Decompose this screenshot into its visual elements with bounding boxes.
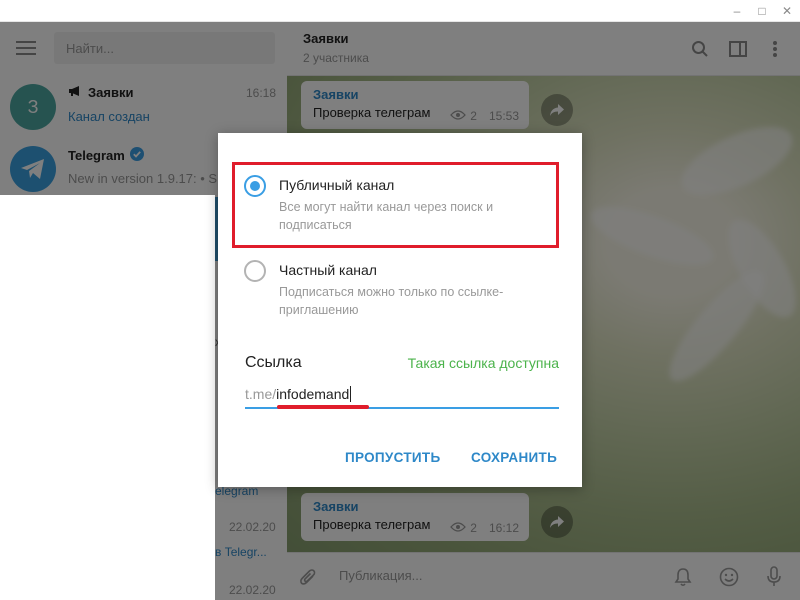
avatar: З — [10, 84, 56, 130]
public-channel-title: Публичный канал — [279, 177, 395, 193]
list-item-fragment: в Telegr... — [215, 545, 267, 559]
message-bubble[interactable]: Заявки Проверка телеграм 2 16:12 — [301, 493, 529, 541]
share-icon[interactable] — [541, 506, 573, 538]
private-channel-title: Частный канал — [279, 262, 377, 278]
chat-preview: New in version 1.9.17: • S — [68, 171, 218, 186]
chat-preview: Канал создан — [68, 109, 150, 124]
telegram-logo-icon — [10, 146, 56, 192]
message-views: 2 — [470, 109, 477, 123]
message-input[interactable]: Публикация... — [339, 568, 422, 583]
maximize-icon: □ — [758, 4, 766, 18]
chat-member-count: 2 участника — [303, 51, 369, 65]
message-time: 15:53 — [488, 109, 519, 123]
link-prefix: t.me/ — [245, 386, 277, 402]
chat-name: Заявки — [88, 85, 134, 100]
public-channel-description: Все могут найти канал через поиск и подп… — [279, 200, 494, 232]
link-availability-status: Такая ссылка доступна — [407, 355, 559, 371]
emoji-icon[interactable] — [718, 566, 740, 588]
views-icon — [450, 109, 467, 123]
list-item-fragment: 22.02.20 — [229, 583, 276, 597]
microphone-icon[interactable] — [763, 566, 785, 588]
message-views: 2 — [470, 521, 477, 535]
message-sender: Заявки — [313, 499, 359, 514]
message-bubble[interactable]: Заявки Проверка телеграм 2 15:53 — [301, 81, 529, 129]
skip-button[interactable]: ПРОПУСТИТЬ — [345, 450, 440, 465]
chat-header: Заявки 2 участника — [287, 22, 800, 76]
link-value: infodemand — [276, 386, 350, 402]
annotation-underline — [277, 405, 369, 409]
channel-type-dialog: Публичный канал Все могут найти канал че… — [218, 133, 582, 487]
public-channel-radio[interactable] — [244, 175, 266, 197]
chat-time: 16:18 — [245, 86, 276, 100]
private-channel-description: Подписаться можно только по ссылке-пригл… — [279, 285, 504, 317]
search-icon[interactable] — [689, 38, 711, 60]
save-button[interactable]: СОХРАНИТЬ — [471, 450, 557, 465]
search-placeholder: Найти... — [66, 40, 114, 56]
minimize-button[interactable]: – — [726, 0, 748, 22]
redaction-patch — [0, 195, 215, 600]
minimize-icon: – — [733, 4, 741, 18]
close-window-button[interactable]: ✕ — [776, 0, 798, 22]
maximize-button[interactable]: □ — [751, 0, 773, 22]
sidebar-toggle-icon[interactable] — [727, 38, 749, 60]
chat-name: Telegram — [68, 148, 125, 163]
search-input[interactable]: Найти... — [54, 32, 275, 64]
more-options-icon[interactable] — [764, 38, 786, 60]
share-icon[interactable] — [541, 94, 573, 126]
views-icon — [450, 521, 467, 535]
menu-icon[interactable] — [16, 41, 36, 55]
message-composer: Публикация... — [287, 552, 800, 600]
private-channel-radio[interactable] — [244, 260, 266, 282]
attach-icon[interactable] — [297, 566, 319, 588]
list-item-fragment: 22.02.20 — [229, 520, 276, 534]
message-sender: Заявки — [313, 87, 359, 102]
chat-title: Заявки — [303, 31, 349, 46]
bell-icon[interactable] — [672, 566, 694, 588]
verified-icon — [129, 147, 144, 164]
close-icon: ✕ — [781, 4, 793, 18]
link-label: Ссылка — [245, 354, 302, 371]
message-time: 16:12 — [488, 521, 519, 535]
window-titlebar: – □ ✕ — [0, 0, 800, 22]
megaphone-icon — [68, 85, 83, 100]
chat-list-item-zayavki[interactable]: З Заявки 16:18 Канал создан — [0, 76, 287, 138]
text-cursor — [350, 386, 352, 402]
